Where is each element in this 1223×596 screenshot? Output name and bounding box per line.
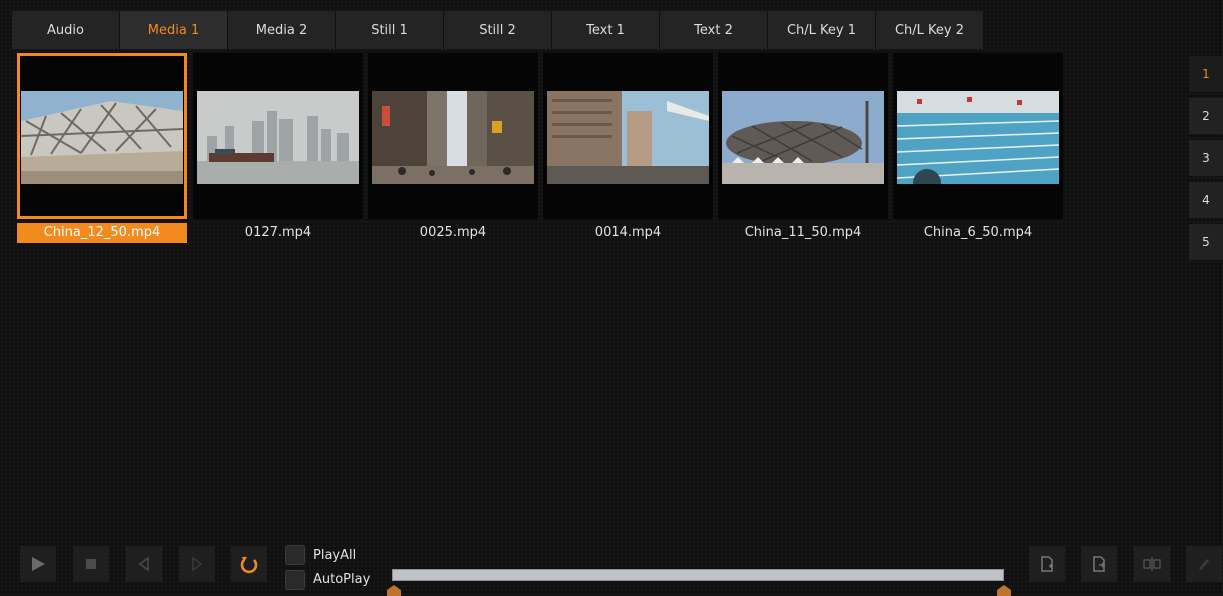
tab-text-1[interactable]: Text 1 [552,11,659,49]
thumbnail-frame [893,53,1063,219]
thumbnail-frame [718,53,888,219]
import-button[interactable] [1029,546,1065,582]
source-tab-bar: Audio Media 1 Media 2 Still 1 Still 2 Te… [12,11,984,49]
tab-still-1[interactable]: Still 1 [336,11,443,49]
tab-still-2[interactable]: Still 2 [444,11,551,49]
timeline-track[interactable] [392,569,1004,581]
media-filename: 0127.mp4 [244,225,312,240]
split-icon [1143,557,1161,571]
export-button[interactable] [1081,546,1117,582]
page-button-2[interactable]: 2 [1189,98,1223,134]
loop-button[interactable] [231,546,267,582]
media-item[interactable]: 0127.mp4 [193,53,363,243]
media-item[interactable]: 0025.mp4 [368,53,538,243]
thumbnail-frame [368,53,538,219]
media-item[interactable]: China_11_50.mp4 [718,53,888,243]
media-item[interactable]: 0014.mp4 [543,53,713,243]
edit-button[interactable] [1186,546,1222,582]
auto-play-label: AutoPlay [313,572,371,587]
edit-icon [1199,559,1209,570]
media-filename: China_11_50.mp4 [744,225,862,240]
thumbnail-frame [543,53,713,219]
tab-text-2[interactable]: Text 2 [660,11,767,49]
thumbnail-street-image [372,91,534,184]
tab-media-2[interactable]: Media 2 [228,11,335,49]
export-icon [1093,556,1106,572]
timeline-out-handle[interactable] [997,585,1011,596]
thumbnail-frame [17,53,187,219]
media-filename: 0025.mp4 [419,225,487,240]
tab-audio[interactable]: Audio [12,11,119,49]
next-button[interactable] [179,546,215,582]
stop-icon [86,559,96,569]
next-icon [192,557,203,571]
thumbnail-pool-image [897,91,1059,184]
media-filename: China_12_50.mp4 [17,223,187,243]
page-button-1[interactable]: 1 [1189,56,1223,92]
previous-button[interactable] [126,546,162,582]
import-icon [1041,556,1053,572]
stop-button[interactable] [73,546,109,582]
timeline-in-handle[interactable] [387,585,401,596]
play-all-checkbox[interactable] [285,545,305,565]
play-button[interactable] [20,546,56,582]
media-item[interactable]: China_6_50.mp4 [893,53,1063,243]
thumbnail-avenue-image [547,91,709,184]
tab-chl-key-1[interactable]: Ch/L Key 1 [768,11,875,49]
split-button[interactable] [1134,546,1170,582]
tab-media-1[interactable]: Media 1 [120,11,227,49]
auto-play-checkbox[interactable] [285,570,305,590]
thumbnail-stadium-image [21,91,183,184]
page-button-4[interactable]: 4 [1189,182,1223,218]
play-icon [32,557,45,571]
tab-chl-key-2[interactable]: Ch/L Key 2 [876,11,983,49]
thumbnail-skyline-image [197,91,359,184]
thumbnail-frame [193,53,363,219]
previous-icon [138,557,149,571]
page-selector: 1 2 3 4 5 [1189,56,1223,266]
media-filename: 0014.mp4 [594,225,662,240]
media-filename: China_6_50.mp4 [923,225,1033,240]
play-all-label: PlayAll [313,548,357,563]
thumbnail-birds-nest-image [722,91,884,184]
media-item[interactable]: China_12_50.mp4 [17,53,187,243]
page-button-3[interactable]: 3 [1189,140,1223,176]
loop-icon [240,557,258,574]
page-button-5[interactable]: 5 [1189,224,1223,260]
